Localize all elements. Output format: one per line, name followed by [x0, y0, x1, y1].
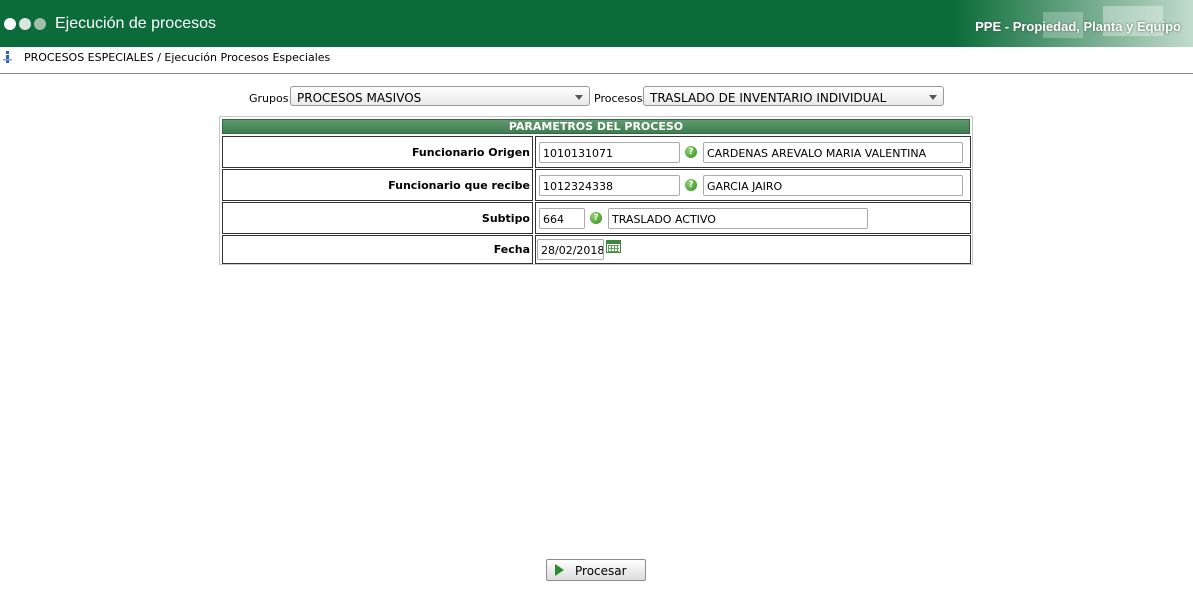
subtipo-value-cell: 664 ? TRASLADO ACTIVO	[535, 202, 971, 234]
breadcrumb: PROCESOS ESPECIALES / Ejecución Procesos…	[24, 51, 331, 64]
grupos-label: Grupos:	[249, 92, 293, 105]
procesos-label: Procesos:	[594, 92, 647, 105]
help-icon[interactable]: ?	[685, 179, 697, 191]
subtipo-label: Subtipo	[481, 212, 530, 225]
calendar-icon[interactable]	[606, 240, 621, 253]
funcionario-origen-code-input[interactable]: 1010131071	[539, 142, 680, 163]
help-icon[interactable]: ?	[685, 146, 697, 158]
subtipo-code-input[interactable]: 664	[539, 208, 585, 229]
dot-icon	[4, 18, 16, 30]
grupos-select[interactable]: PROCESOS MASIVOS	[290, 86, 590, 106]
section-header: PARAMETROS DEL PROCESO	[222, 119, 970, 134]
funcionario-origen-name-input[interactable]: CARDENAS AREVALO MARIA VALENTINA	[703, 142, 963, 163]
procesos-select[interactable]: TRASLADO DE INVENTARIO INDIVIDUAL	[643, 86, 944, 106]
app-title: Ejecución de procesos	[55, 15, 216, 32]
dot-icon	[19, 18, 31, 30]
fecha-label: Fecha	[493, 243, 530, 256]
fecha-value-cell: 28/02/2018	[535, 235, 971, 264]
funcionario-origen-label-cell: Funcionario Origen	[222, 136, 533, 168]
app-brand: PPE - Propiedad, Planta y Equipo	[975, 19, 1181, 34]
breadcrumb-bar: PROCESOS ESPECIALES / Ejecución Procesos…	[0, 48, 1193, 74]
grupos-select-value: PROCESOS MASIVOS	[297, 91, 422, 105]
funcionario-origen-label: Funcionario Origen	[411, 146, 530, 159]
procesar-button[interactable]: Procesar	[546, 559, 646, 581]
procesar-button-label: Procesar	[575, 564, 627, 578]
app-header: Ejecución de procesos PPE - Propiedad, P…	[0, 0, 1193, 47]
chevron-down-icon	[575, 95, 583, 100]
funcionario-recibe-name-input[interactable]: GARCIA JAIRO	[703, 175, 963, 196]
subtipo-label-cell: Subtipo	[222, 202, 533, 234]
info-icon[interactable]	[3, 51, 12, 63]
funcionario-origen-value-cell: 1010131071 ? CARDENAS AREVALO MARIA VALE…	[535, 136, 971, 168]
funcionario-recibe-value-cell: 1012324338 ? GARCIA JAIRO	[535, 169, 971, 201]
fecha-input[interactable]: 28/02/2018	[537, 239, 604, 260]
funcionario-recibe-label-cell: Funcionario que recibe	[222, 169, 533, 201]
chevron-down-icon	[929, 95, 937, 100]
help-icon[interactable]: ?	[590, 212, 602, 224]
procesos-select-value: TRASLADO DE INVENTARIO INDIVIDUAL	[650, 91, 887, 105]
dot-icon	[34, 18, 46, 30]
fecha-label-cell: Fecha	[222, 235, 533, 264]
process-parameters-panel: PARAMETROS DEL PROCESO Funcionario Orige…	[219, 116, 973, 265]
window-dots	[4, 18, 49, 31]
funcionario-recibe-code-input[interactable]: 1012324338	[539, 175, 680, 196]
funcionario-recibe-label: Funcionario que recibe	[388, 179, 530, 192]
subtipo-name-input[interactable]: TRASLADO ACTIVO	[608, 208, 868, 229]
filter-row: Grupos: PROCESOS MASIVOS Procesos: TRASL…	[0, 86, 1193, 110]
play-icon	[555, 564, 564, 576]
